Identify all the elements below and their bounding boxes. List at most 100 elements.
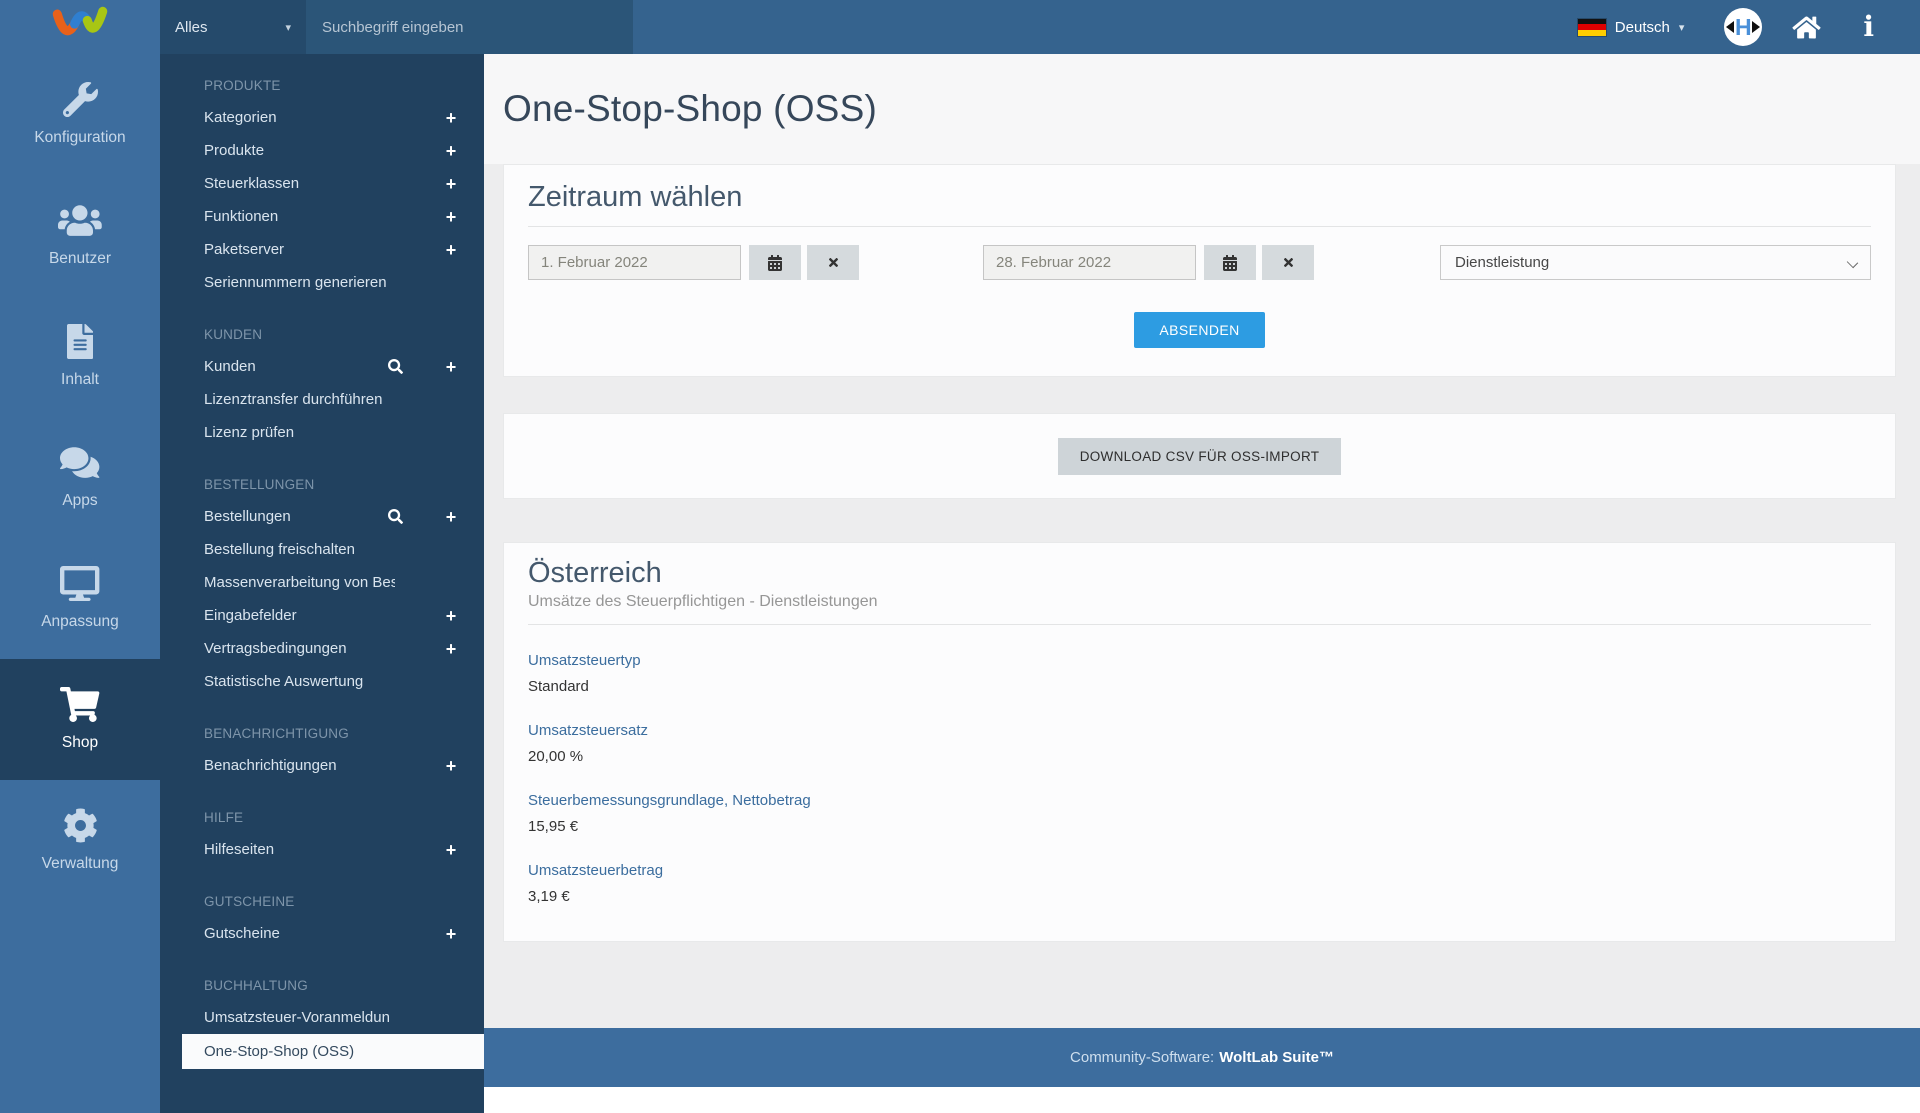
menu-item[interactable]: Steuerklassen+ xyxy=(160,167,484,200)
start-date-clear-button[interactable] xyxy=(807,245,859,280)
menu-item[interactable]: Hilfeseiten+ xyxy=(160,833,484,866)
menu-item[interactable]: Bestellungen+ xyxy=(160,500,484,533)
menu-item[interactable]: Kategorien+ xyxy=(160,101,484,134)
report-fields: UmsatzsteuertypStandardUmsatzsteuersatz2… xyxy=(528,652,1871,905)
add-icon[interactable]: + xyxy=(444,759,458,773)
menu-item[interactable]: Kunden+ xyxy=(160,350,484,383)
add-icon[interactable]: + xyxy=(444,843,458,857)
menu-item[interactable]: Statistische Auswertung xyxy=(160,665,484,698)
submit-button[interactable]: ABSENDEN xyxy=(1134,312,1264,348)
sidebar-item-label: Apps xyxy=(62,492,97,510)
add-icon[interactable]: + xyxy=(444,609,458,623)
add-icon[interactable]: + xyxy=(444,243,458,257)
menu-section-title: BESTELLUNGEN xyxy=(160,477,484,492)
report-type-select[interactable]: Dienstleistung xyxy=(1440,245,1871,280)
menu-item-label: Vertragsbedingungen xyxy=(204,640,347,657)
gear-icon xyxy=(63,808,98,843)
search-icon[interactable] xyxy=(388,509,404,524)
menu-item[interactable]: Paketserver+ xyxy=(160,233,484,266)
end-date-clear-button[interactable] xyxy=(1262,245,1314,280)
start-date-calendar-button[interactable] xyxy=(749,245,801,280)
sidebar-item-shop[interactable]: Shop xyxy=(0,659,160,780)
woltlab-logo[interactable] xyxy=(0,0,160,54)
menu-item-label: Seriennummern generieren xyxy=(204,274,387,291)
report-field-label[interactable]: Umsatzsteuerbetrag xyxy=(528,862,1871,879)
menu-item[interactable]: Vertragsbedingungen + xyxy=(160,632,484,665)
end-date-input[interactable] xyxy=(983,245,1196,280)
menu-item[interactable]: Massenverarbeitung von Bestellun… xyxy=(160,566,484,599)
download-csv-button[interactable]: DOWNLOAD CSV FÜR OSS-IMPORT xyxy=(1058,438,1342,475)
report-card: Österreich Umsätze des Steuerpflichtigen… xyxy=(503,542,1896,942)
sidebar-item-label: Shop xyxy=(62,734,98,752)
report-country-title: Österreich xyxy=(528,557,1871,590)
chevron-down-icon: ▾ xyxy=(1679,21,1685,34)
search-icon[interactable] xyxy=(388,359,404,374)
search-input[interactable] xyxy=(322,19,617,36)
menu-section-kunden: KUNDENKunden+Lizenztransfer durchführenL… xyxy=(160,327,484,449)
report-subtitle: Umsätze des Steuerpflichtigen - Dienstle… xyxy=(528,593,1871,611)
add-icon[interactable]: + xyxy=(444,927,458,941)
search-box xyxy=(306,0,633,54)
menu-section-title: BENACHRICHTIGUNG xyxy=(160,726,484,741)
report-field: Steuerbemessungsgrundlage, Nettobetrag15… xyxy=(528,792,1871,835)
home-icon[interactable] xyxy=(1792,15,1821,40)
sidebar-item-label: Verwaltung xyxy=(42,855,119,873)
csv-export-card: DOWNLOAD CSV FÜR OSS-IMPORT xyxy=(503,413,1896,499)
add-icon[interactable]: + xyxy=(444,360,458,374)
menu-item[interactable]: Gutscheine+ xyxy=(160,917,484,950)
menu-section-title: PRODUKTE xyxy=(160,78,484,93)
menu-item[interactable]: Benachrichtigungen + xyxy=(160,749,484,782)
start-date-input[interactable] xyxy=(528,245,741,280)
bottom-spacer xyxy=(484,1087,1920,1113)
user-avatar[interactable]: H xyxy=(1724,8,1762,46)
report-field-value: 20,00 % xyxy=(528,748,1871,765)
avatar-right-arrow xyxy=(1752,21,1760,33)
add-icon[interactable]: + xyxy=(444,111,458,125)
menu-section-gutscheine: GUTSCHEINEGutscheine+ xyxy=(160,894,484,950)
footer-brand: WoltLab Suite™ xyxy=(1219,1049,1334,1066)
menu-section-hilfe: HILFEHilfeseiten+ xyxy=(160,810,484,866)
menu-item[interactable]: Umsatzsteuer-Voranmeldung xyxy=(160,1001,484,1034)
report-field-label[interactable]: Steuerbemessungsgrundlage, Nettobetrag xyxy=(528,792,1871,809)
users-icon xyxy=(58,203,102,238)
info-icon[interactable]: i xyxy=(1863,13,1874,41)
cart-icon xyxy=(60,687,99,722)
wrench-icon xyxy=(63,82,98,117)
sidebar-item-inhalt[interactable]: Inhalt xyxy=(0,296,160,417)
search-scope-dropdown[interactable]: Alles ▾ xyxy=(160,0,306,54)
german-flag-icon xyxy=(1578,19,1606,36)
sidebar-item-benutzer[interactable]: Benutzer xyxy=(0,175,160,296)
sidebar-item-apps[interactable]: Apps xyxy=(0,417,160,538)
menu-item[interactable]: Eingabefelder+ xyxy=(160,599,484,632)
menu-item[interactable]: Lizenztransfer durchführen xyxy=(160,383,484,416)
sidebar-item-anpassung[interactable]: Anpassung xyxy=(0,538,160,659)
add-icon[interactable]: + xyxy=(444,510,458,524)
add-icon[interactable]: + xyxy=(444,144,458,158)
menu-item[interactable]: Produkte + xyxy=(160,134,484,167)
report-field: Umsatzsteuersatz 20,00 % xyxy=(528,722,1871,765)
page-title: One-Stop-Shop (OSS) xyxy=(503,88,1896,130)
end-date-calendar-button[interactable] xyxy=(1204,245,1256,280)
menu-item[interactable]: Funktionen+ xyxy=(160,200,484,233)
menu-section-bestellungen: BESTELLUNGEN Bestellungen+Bestellung frei… xyxy=(160,477,484,698)
menu-item-label: Lizenztransfer durchführen xyxy=(204,391,382,408)
add-icon[interactable]: + xyxy=(444,210,458,224)
language-label: Deutsch xyxy=(1615,19,1670,36)
language-selector[interactable]: Deutsch ▾ xyxy=(1578,19,1685,36)
add-icon[interactable]: + xyxy=(444,177,458,191)
menu-item-label: Produkte xyxy=(204,142,264,159)
sidebar-item-konfiguration[interactable]: Konfiguration xyxy=(0,54,160,175)
report-field-label[interactable]: Umsatzsteuersatz xyxy=(528,722,1871,739)
menu-item[interactable]: Seriennummern generieren xyxy=(160,266,484,299)
menu-item[interactable]: One-Stop-Shop (OSS) xyxy=(182,1034,484,1069)
menu-section-benachrichtigung: BENACHRICHTIGUNG Benachrichtigungen + xyxy=(160,726,484,782)
sidebar-item-verwaltung[interactable]: Verwaltung xyxy=(0,780,160,901)
sidebar-item-label: Benutzer xyxy=(49,250,111,268)
menu-item[interactable]: Lizenz prüfen xyxy=(160,416,484,449)
menu-item-label: Benachrichtigungen xyxy=(204,757,337,774)
menu-item-label: Lizenz prüfen xyxy=(204,424,294,441)
report-field-label[interactable]: Umsatzsteuertyp xyxy=(528,652,1871,669)
menu-item[interactable]: Bestellung freischalten xyxy=(160,533,484,566)
topbar-controls: Deutsch ▾ H i xyxy=(1578,0,1920,54)
add-icon[interactable]: + xyxy=(444,642,458,656)
